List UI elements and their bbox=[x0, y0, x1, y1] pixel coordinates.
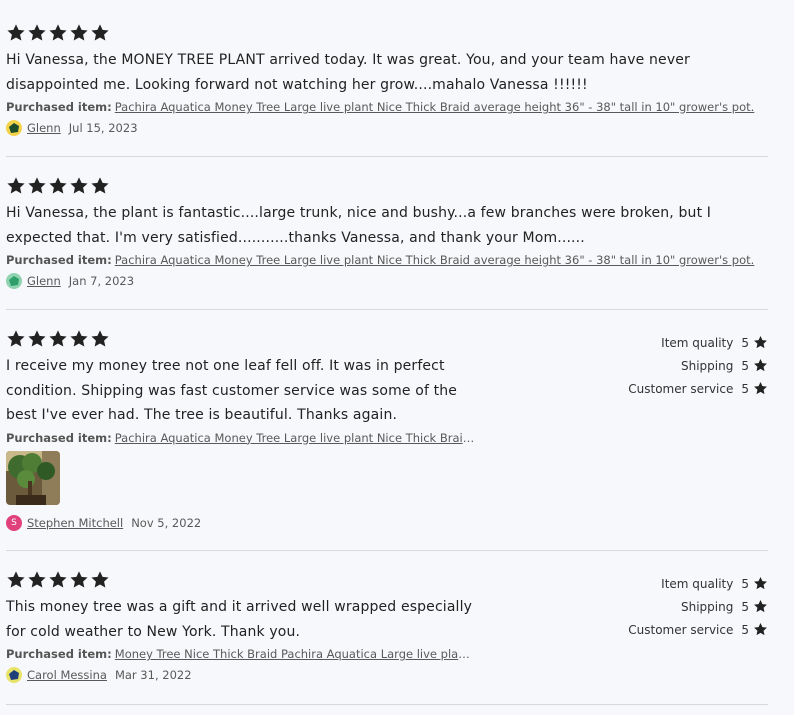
review-date: Nov 5, 2022 bbox=[131, 515, 202, 530]
star-icon bbox=[27, 176, 47, 196]
rating-breakdown: Item quality 5 Shipping 5 Customer servi… bbox=[628, 331, 768, 400]
star-icon bbox=[753, 576, 768, 591]
review-date: Mar 31, 2022 bbox=[114, 668, 192, 682]
purchased-item: Purchased item: Money Tree Nice Thick Bra… bbox=[6, 647, 476, 661]
purchased-item-link[interactable]: Money Tree Nice Thick Braid Pachira Aqua… bbox=[115, 647, 476, 661]
rating-shipping: Shipping 5 bbox=[628, 354, 768, 377]
reviewer-name[interactable]: Carol Messina bbox=[27, 668, 107, 682]
star-icon bbox=[48, 176, 68, 196]
purchased-item-link[interactable]: Pachira Aquatica Money Tree Large live p… bbox=[115, 253, 755, 267]
purchased-item: Purchased item: Pachira Aquatica Money Tr… bbox=[6, 431, 476, 445]
review-1: Hi Vanessa, the MONEY TREE PLANT arrived… bbox=[6, 22, 768, 136]
star-rating bbox=[6, 22, 768, 44]
rating-value: 5 bbox=[741, 335, 749, 350]
divider bbox=[6, 550, 768, 551]
star-icon bbox=[753, 381, 768, 396]
star-icon bbox=[27, 329, 47, 349]
rating-customer-service: Customer service 5 bbox=[628, 618, 768, 641]
rating-item-quality: Item quality 5 bbox=[628, 572, 768, 595]
rating-label: Item quality bbox=[661, 576, 734, 591]
review-meta: Carol Messina Mar 31, 2022 bbox=[6, 667, 768, 683]
reviewer-name[interactable]: Glenn bbox=[27, 121, 61, 135]
review-text: Hi Vanessa, the MONEY TREE PLANT arrived… bbox=[6, 52, 690, 93]
rating-value: 5 bbox=[741, 381, 749, 396]
purchased-label: Purchased item: bbox=[6, 430, 112, 445]
review-meta: Glenn Jul 15, 2023 bbox=[6, 120, 768, 136]
star-icon bbox=[69, 329, 89, 349]
star-icon bbox=[48, 329, 68, 349]
avatar-icon bbox=[6, 120, 22, 136]
star-icon bbox=[753, 622, 768, 637]
star-icon bbox=[6, 570, 26, 590]
review-text: Hi Vanessa, the plant is fantastic....la… bbox=[6, 205, 712, 246]
star-icon bbox=[90, 176, 110, 196]
star-icon bbox=[6, 176, 26, 196]
star-icon bbox=[753, 335, 768, 350]
divider bbox=[6, 156, 768, 157]
review-text: This money tree was a gift and it arrive… bbox=[6, 599, 473, 640]
star-icon bbox=[69, 176, 89, 196]
review-3: I receive my money tree not one leaf fel… bbox=[6, 328, 768, 531]
rating-breakdown: Item quality 5 Shipping 5 Customer servi… bbox=[628, 572, 768, 641]
rating-shipping: Shipping 5 bbox=[628, 595, 768, 618]
rating-value: 5 bbox=[741, 622, 749, 637]
purchased-item-link[interactable]: Pachira Aquatica Money Tree Large live p… bbox=[115, 431, 476, 445]
avatar-icon bbox=[6, 273, 22, 289]
purchased-item: Purchased item: Pachira Aquatica Money Tr… bbox=[6, 253, 768, 267]
review-meta: S Stephen Mitchell Nov 5, 2022 bbox=[6, 514, 768, 531]
rating-label: Customer service bbox=[628, 381, 734, 396]
reviewer-name[interactable]: Glenn bbox=[27, 274, 61, 288]
purchased-label: Purchased item: bbox=[6, 647, 112, 661]
rating-value: 5 bbox=[741, 599, 749, 614]
purchased-label: Purchased item: bbox=[6, 253, 112, 267]
divider bbox=[6, 704, 768, 705]
star-icon bbox=[6, 329, 26, 349]
star-icon bbox=[69, 23, 89, 43]
rating-item-quality: Item quality 5 bbox=[628, 331, 768, 354]
divider bbox=[6, 309, 768, 310]
review-text: I receive my money tree not one leaf fel… bbox=[6, 358, 458, 423]
rating-value: 5 bbox=[741, 576, 749, 591]
star-icon bbox=[753, 599, 768, 614]
star-icon bbox=[90, 23, 110, 43]
star-icon bbox=[27, 23, 47, 43]
star-icon bbox=[48, 570, 68, 590]
avatar-icon bbox=[6, 667, 22, 683]
rating-label: Item quality bbox=[661, 335, 734, 350]
star-icon bbox=[27, 570, 47, 590]
star-rating bbox=[6, 175, 768, 197]
avatar-icon: S bbox=[6, 514, 22, 531]
review-meta: Glenn Jan 7, 2023 bbox=[6, 273, 768, 289]
review-4: This money tree was a gift and it arrive… bbox=[6, 569, 768, 683]
star-icon bbox=[6, 23, 26, 43]
star-icon bbox=[48, 23, 68, 43]
star-icon bbox=[753, 358, 768, 373]
reviewer-name[interactable]: Stephen Mitchell bbox=[27, 516, 123, 530]
review-date: Jan 7, 2023 bbox=[68, 274, 135, 288]
rating-label: Shipping bbox=[681, 358, 734, 373]
purchased-label: Purchased item: bbox=[6, 100, 112, 114]
star-icon bbox=[90, 570, 110, 590]
review-2: Hi Vanessa, the plant is fantastic....la… bbox=[6, 175, 768, 289]
star-icon bbox=[69, 570, 89, 590]
rating-label: Shipping bbox=[681, 599, 734, 614]
rating-value: 5 bbox=[741, 358, 749, 373]
rating-label: Customer service bbox=[628, 622, 734, 637]
review-date: Jul 15, 2023 bbox=[68, 121, 138, 135]
star-icon bbox=[90, 329, 110, 349]
purchased-item: Purchased item: Pachira Aquatica Money Tr… bbox=[6, 100, 768, 114]
rating-customer-service: Customer service 5 bbox=[628, 377, 768, 400]
purchased-item-link[interactable]: Pachira Aquatica Money Tree Large live p… bbox=[115, 100, 755, 114]
review-photo[interactable] bbox=[6, 450, 60, 505]
